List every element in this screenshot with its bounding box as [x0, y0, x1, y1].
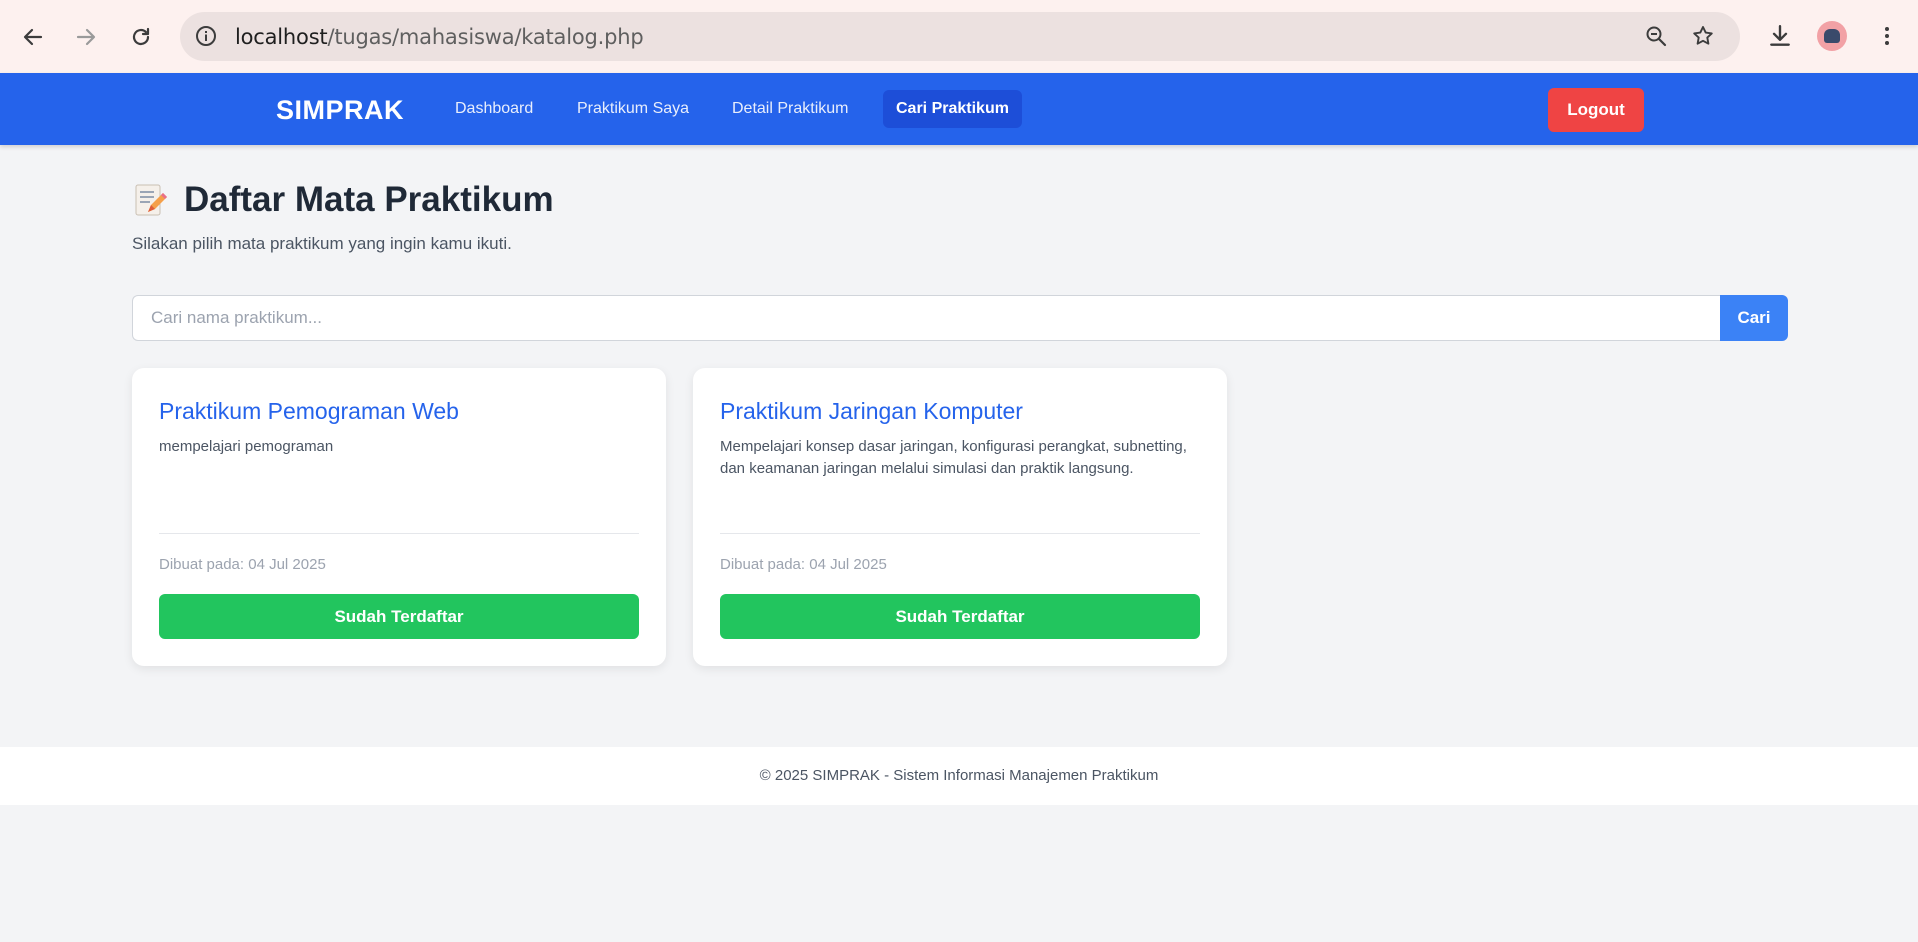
search-form: Cari [132, 295, 1788, 341]
course-description: mempelajari pemograman [159, 438, 334, 455]
page-heading: Daftar Mata Praktikum [184, 180, 554, 219]
card-divider [159, 533, 639, 534]
search-input[interactable] [132, 295, 1720, 341]
card-divider [720, 533, 1200, 534]
page-subtitle: Silakan pilih mata praktikum yang ingin … [132, 234, 512, 253]
forward-icon[interactable] [68, 19, 104, 55]
nav-cari-praktikum[interactable]: Cari Praktikum [883, 90, 1022, 128]
course-card: Praktikum Jaringan Komputer Mempelajari … [693, 368, 1227, 666]
nav-praktikum-saya[interactable]: Praktikum Saya [564, 90, 702, 128]
nav-dashboard[interactable]: Dashboard [442, 90, 546, 128]
search-button[interactable]: Cari [1720, 295, 1788, 341]
course-created-date: Dibuat pada: 04 Jul 2025 [159, 556, 326, 573]
url-host: localhost [235, 25, 328, 49]
zoom-icon[interactable] [1639, 19, 1673, 53]
bookmark-star-icon[interactable] [1686, 19, 1720, 53]
page-title: Daftar Mata Praktikum [132, 180, 554, 220]
url-path: /tugas/mahasiswa/katalog.php [327, 25, 644, 49]
browser-toolbar: localhost/tugas/mahasiswa/katalog.php [0, 0, 1918, 73]
page-footer: © 2025 SIMPRAK - Sistem Informasi Manaje… [0, 747, 1918, 805]
enrolled-button[interactable]: Sudah Terdaftar [720, 594, 1200, 639]
site-info-icon[interactable] [194, 24, 218, 53]
address-bar[interactable]: localhost/tugas/mahasiswa/katalog.php [180, 12, 1740, 61]
brand-logo[interactable]: SIMPRAK [276, 95, 404, 126]
app-navbar: SIMPRAK Dashboard Praktikum Saya Detail … [0, 73, 1918, 145]
profile-avatar[interactable] [1815, 19, 1849, 53]
menu-kebab-icon[interactable] [1870, 19, 1904, 53]
download-icon[interactable] [1763, 19, 1797, 53]
url-text[interactable]: localhost/tugas/mahasiswa/katalog.php [235, 25, 644, 49]
reload-icon[interactable] [123, 19, 159, 55]
course-card: Praktikum Pemograman Web mempelajari pem… [132, 368, 666, 666]
footer-text: © 2025 SIMPRAK - Sistem Informasi Manaje… [759, 767, 1159, 784]
course-title: Praktikum Pemograman Web [159, 398, 459, 424]
enrolled-button[interactable]: Sudah Terdaftar [159, 594, 639, 639]
memo-icon [132, 182, 168, 218]
course-description: Mempelajari konsep dasar jaringan, konfi… [720, 438, 1187, 477]
course-title: Praktikum Jaringan Komputer [720, 398, 1023, 424]
course-created-date: Dibuat pada: 04 Jul 2025 [720, 556, 887, 573]
nav-detail-praktikum[interactable]: Detail Praktikum [719, 90, 861, 128]
back-icon[interactable] [15, 19, 51, 55]
logout-button[interactable]: Logout [1548, 88, 1644, 132]
